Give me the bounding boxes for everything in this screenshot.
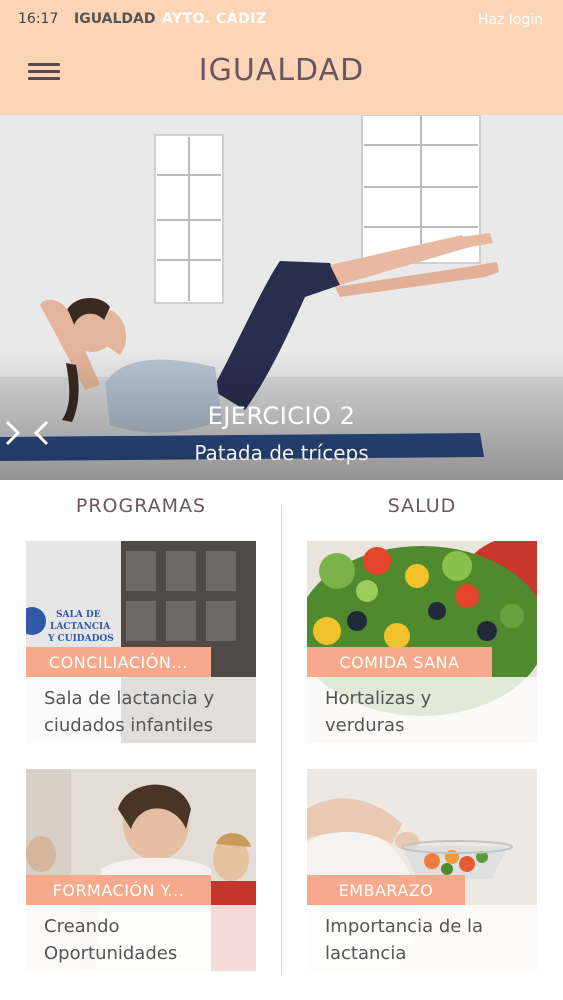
card-description-line1: Importancia de la [325, 916, 484, 937]
card-conciliacion[interactable]: SALA DE LACTANCIA Y CUIDADOS CONCILIACIÓ… [26, 541, 256, 743]
card-description: Creando Oportunidades [44, 913, 249, 967]
login-link[interactable]: Haz login [478, 12, 543, 28]
card-description: Importancia de la lactancia [325, 913, 530, 967]
card-description-line2: verduras [325, 715, 405, 736]
card-description-line1: Hortalizas y [325, 688, 432, 709]
hero-carousel[interactable]: EJERCICIO 2 Patada de tríceps [0, 115, 563, 480]
card-tag: CONCILIACIÓN... [26, 647, 211, 677]
section-title-salud: SALUD [387, 495, 457, 517]
status-bar: 16:17 IGUALDAD AYTO. CÁDIZ Haz login [0, 0, 563, 40]
svg-text:SALA DE: SALA DE [56, 610, 101, 620]
card-description: Hortalizas y verduras [325, 685, 530, 739]
column-divider [281, 505, 282, 975]
status-app-label: IGUALDAD [74, 11, 156, 27]
card-description: Sala de lactancia y ciudados infantiles [44, 685, 249, 739]
card-description-line1: Creando [44, 916, 120, 937]
svg-text:Y CUIDADOS: Y CUIDADOS [47, 634, 114, 644]
hero-title: EJERCICIO 2 [207, 402, 356, 430]
svg-text:LACTANCIA: LACTANCIA [50, 622, 111, 632]
chevron-left-icon[interactable] [30, 418, 54, 448]
chevron-right-icon[interactable] [0, 418, 24, 448]
card-formacion[interactable]: FORMACIÓN Y... Creando Oportunidades [26, 769, 256, 971]
card-tag: FORMACIÓN Y... [26, 875, 211, 905]
card-description-line2: lactancia [325, 943, 407, 964]
card-comida-sana[interactable]: COMIDA SANA Hortalizas y verduras [307, 541, 537, 743]
card-description-line1: Sala de lactancia y [44, 688, 215, 709]
app-header: 16:17 IGUALDAD AYTO. CÁDIZ Haz login IGU… [0, 0, 563, 115]
card-tag: COMIDA SANA [307, 647, 492, 677]
card-tag: EMBARAZO [307, 875, 465, 905]
section-title-programas: PROGRAMAS [75, 495, 207, 517]
status-time: 16:17 [18, 11, 59, 27]
hero-subtitle: Patada de tríceps [194, 441, 369, 465]
page-title: IGUALDAD [198, 53, 365, 88]
card-description-line2: Oportunidades [44, 943, 178, 964]
card-embarazo[interactable]: EMBARAZO Importancia de la lactancia [307, 769, 537, 971]
status-org-label: AYTO. CÁDIZ [162, 11, 267, 27]
card-description-line2: ciudados infantiles [44, 715, 213, 736]
